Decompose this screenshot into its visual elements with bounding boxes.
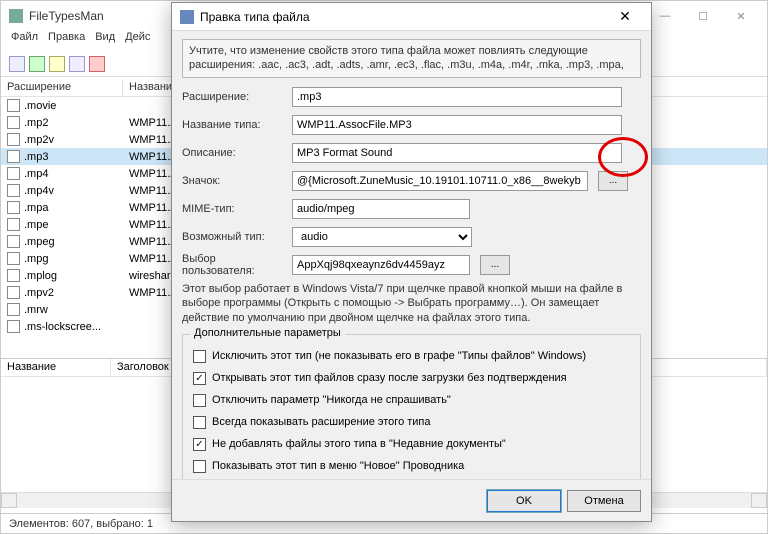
properties-icon[interactable] xyxy=(49,56,65,72)
row-ext: .mp4v xyxy=(24,185,54,197)
checkbox[interactable] xyxy=(193,438,206,451)
row-ext: .movie xyxy=(24,100,56,112)
extension-field[interactable] xyxy=(292,87,622,107)
dialog-notice: Учтите, что изменение свойств этого типа… xyxy=(182,39,641,78)
row-ext: .mrw xyxy=(24,304,48,316)
group-title: Дополнительные параметры xyxy=(190,327,345,339)
checkbox-row[interactable]: Показывать этот тип в меню "Новое" Прово… xyxy=(193,455,630,477)
menu-edit[interactable]: Правка xyxy=(48,31,85,51)
ok-button[interactable]: OK xyxy=(487,490,561,512)
checkbox-label: Показывать этот тип в меню "Новое" Прово… xyxy=(212,460,464,472)
checkbox[interactable] xyxy=(193,372,206,385)
checkbox[interactable] xyxy=(193,460,206,473)
copy-icon[interactable] xyxy=(29,56,45,72)
file-icon xyxy=(7,286,20,299)
perceived-type-select[interactable]: audio xyxy=(292,227,472,247)
dialog-titlebar[interactable]: Правка типа файла ✕ xyxy=(172,3,651,31)
file-icon xyxy=(7,184,20,197)
label-mime: MIME-тип: xyxy=(182,203,286,215)
checkbox[interactable] xyxy=(193,394,206,407)
row-ext: .mpv2 xyxy=(24,287,54,299)
mime-field[interactable] xyxy=(292,199,470,219)
file-icon xyxy=(7,167,20,180)
row-ext: .mp2v xyxy=(24,134,54,146)
dialog-buttons: OK Отмена xyxy=(172,479,651,521)
checkbox-row[interactable]: Исключить этот тип (не показывать его в … xyxy=(193,345,630,367)
typename-field[interactable] xyxy=(292,115,622,135)
app-title: FileTypesMan xyxy=(29,9,104,23)
menu-actions[interactable]: Дейс xyxy=(125,31,150,51)
checkbox[interactable] xyxy=(193,350,206,363)
row-ext: .mp3 xyxy=(24,151,48,163)
description-field[interactable] xyxy=(292,143,622,163)
row-ext: .mpeg xyxy=(24,236,55,248)
dialog-body: Учтите, что изменение свойств этого типа… xyxy=(172,31,651,479)
checkbox-row[interactable]: Открывать этот тип файлов сразу после за… xyxy=(193,367,630,389)
row-ext: .mp4 xyxy=(24,168,48,180)
file-icon xyxy=(7,99,20,112)
file-icon xyxy=(7,252,20,265)
row-ext: .mpe xyxy=(24,219,48,231)
status-text: Элементов: 607, выбрано: 1 xyxy=(9,518,153,530)
file-icon xyxy=(7,269,20,282)
options-icon[interactable] xyxy=(89,56,105,72)
file-icon xyxy=(7,320,20,333)
userchoice-field[interactable] xyxy=(292,255,470,275)
app-icon xyxy=(9,9,23,23)
userchoice-hint: Этот выбор работает в Windows Vista/7 пр… xyxy=(182,282,641,327)
row-ext: .mp2 xyxy=(24,117,48,129)
icon-browse-button[interactable]: ... xyxy=(598,171,628,191)
label-extension: Расширение: xyxy=(182,91,286,103)
row-ext: .mpa xyxy=(24,202,48,214)
file-icon xyxy=(7,150,20,163)
label-user-choice: Выбор пользователя: xyxy=(182,253,286,277)
checkbox-row[interactable]: Всегда показывать расширение этого типа xyxy=(193,411,630,433)
lower-col-name[interactable]: Название xyxy=(1,359,111,376)
checkbox-label: Всегда показывать расширение этого типа xyxy=(212,416,431,428)
file-icon xyxy=(7,218,20,231)
checkbox-label: Не добавлять файлы этого типа в "Недавни… xyxy=(212,438,506,450)
icon-field[interactable] xyxy=(292,171,588,191)
cancel-button[interactable]: Отмена xyxy=(567,490,641,512)
maximize-button[interactable]: ☐ xyxy=(685,4,721,28)
refresh-icon[interactable] xyxy=(69,56,85,72)
checkbox-label: Открывать этот тип файлов сразу после за… xyxy=(212,372,567,384)
checkbox-row[interactable]: Отключить параметр "Никогда не спрашиват… xyxy=(193,389,630,411)
label-perceived-type: Возможный тип: xyxy=(182,231,286,243)
save-icon[interactable] xyxy=(9,56,25,72)
label-icon: Значок: xyxy=(182,175,286,187)
label-description: Описание: xyxy=(182,147,286,159)
label-typename: Название типа: xyxy=(182,119,286,131)
scroll-left-icon[interactable] xyxy=(1,493,17,508)
additional-options-group: Дополнительные параметры Исключить этот … xyxy=(182,334,641,479)
file-icon xyxy=(7,303,20,316)
edit-filetype-dialog: Правка типа файла ✕ Учтите, что изменени… xyxy=(171,2,652,522)
checkbox-label: Исключить этот тип (не показывать его в … xyxy=(212,350,586,362)
checkbox[interactable] xyxy=(193,416,206,429)
file-icon xyxy=(7,201,20,214)
scroll-right-icon[interactable] xyxy=(751,493,767,508)
menu-file[interactable]: Файл xyxy=(11,31,38,51)
close-button[interactable]: ✕ xyxy=(723,4,759,28)
row-ext: .mpg xyxy=(24,253,48,265)
file-icon xyxy=(7,235,20,248)
dialog-title: Правка типа файла xyxy=(200,10,310,24)
dialog-close-button[interactable]: ✕ xyxy=(607,5,643,29)
checkbox-label: Отключить параметр "Никогда не спрашиват… xyxy=(212,394,451,406)
file-icon xyxy=(7,133,20,146)
checkbox-row[interactable]: Не добавлять файлы этого типа в "Недавни… xyxy=(193,433,630,455)
col-extension[interactable]: Расширение xyxy=(1,79,123,96)
menu-view[interactable]: Вид xyxy=(95,31,115,51)
file-icon xyxy=(7,116,20,129)
minimize-button[interactable]: — xyxy=(647,4,683,28)
dialog-icon xyxy=(180,10,194,24)
row-ext: .mplog xyxy=(24,270,57,282)
checkbox-row[interactable]: Не открывать внутри окна браузера xyxy=(193,477,630,479)
row-ext: .ms-lockscree... xyxy=(24,321,101,333)
window-buttons: — ☐ ✕ xyxy=(647,4,759,28)
userchoice-browse-button[interactable]: ... xyxy=(480,255,510,275)
